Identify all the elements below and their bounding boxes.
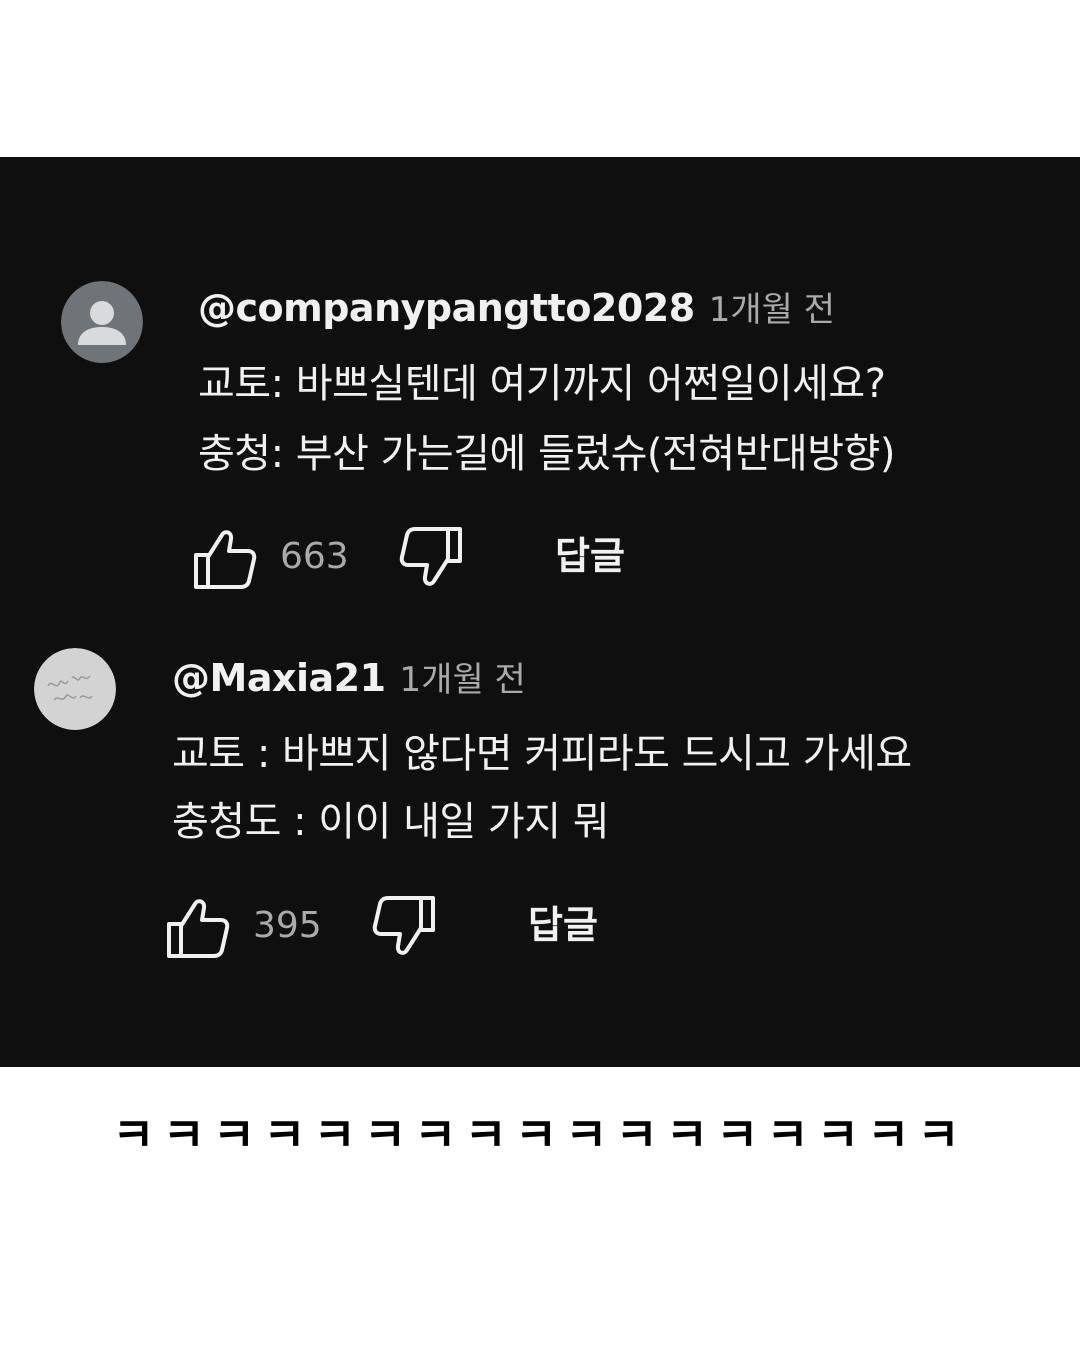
comment-screenshot: @companypangtto2028 1개월 전 교토: 바쁘실텐데 여기까지 …	[0, 157, 1080, 1067]
username[interactable]: @Maxia21	[172, 656, 386, 700]
comment-text-line: 교토: 바쁘실텐데 여기까지 어쩐일이세요?	[198, 361, 886, 407]
handwritten-avatar-icon	[34, 648, 116, 730]
default-person-avatar-icon	[61, 281, 143, 363]
comment-text-line: 충청도 : 이이 내일 가지 뭐	[172, 799, 610, 845]
thumbs-down-icon[interactable]	[398, 525, 464, 589]
username[interactable]: @companypangtto2028	[198, 286, 695, 330]
like-count: 395	[253, 905, 322, 946]
thumbs-down-icon[interactable]	[371, 894, 437, 958]
avatar[interactable]	[34, 648, 116, 730]
page: @companypangtto2028 1개월 전 교토: 바쁘실텐데 여기까지 …	[0, 0, 1080, 1350]
avatar[interactable]	[61, 281, 143, 363]
thumbs-up-icon[interactable]	[165, 896, 231, 960]
timestamp[interactable]: 1개월 전	[400, 660, 526, 700]
comment-text-line: 교토 : 바쁘지 않다면 커피라도 드시고 가세요	[172, 731, 912, 777]
reply-button[interactable]: 답글	[555, 537, 625, 575]
caption-text: ㅋㅋㅋㅋㅋㅋㅋㅋㅋㅋㅋㅋㅋㅋㅋㅋㅋ	[112, 1108, 968, 1162]
comment-actions: 395 답글	[0, 890, 1080, 960]
comment-header: @companypangtto2028 1개월 전	[198, 289, 835, 327]
comment-header: @Maxia21 1개월 전	[172, 659, 526, 697]
reply-button[interactable]: 답글	[528, 906, 598, 944]
comment-actions: 663 답글	[0, 519, 1080, 589]
comment-text-line: 충청: 부산 가는길에 들렀슈(전혀반대방향)	[198, 431, 895, 477]
like-count: 663	[280, 536, 349, 577]
thumbs-up-icon[interactable]	[192, 527, 258, 591]
timestamp[interactable]: 1개월 전	[709, 290, 835, 330]
